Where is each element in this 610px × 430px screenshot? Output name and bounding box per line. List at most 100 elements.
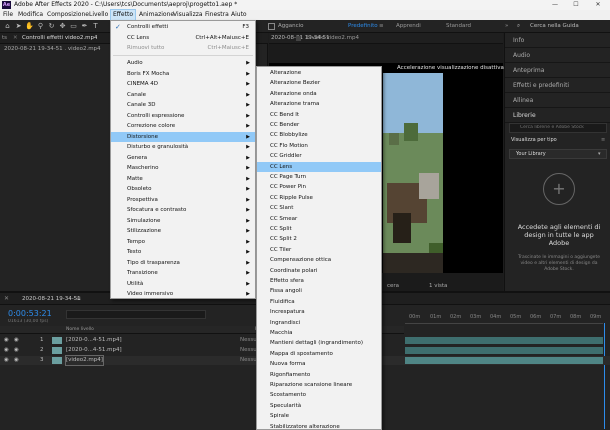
- visibility-eye-icon[interactable]: ◉: [4, 356, 9, 365]
- menu-item-stilizzazione[interactable]: Stilizzazione ▶: [111, 226, 255, 237]
- submenu-item-ingrandisci[interactable]: Ingrandisci: [257, 318, 381, 329]
- layer-label-color[interactable]: [52, 357, 62, 364]
- panel-effetti-predefiniti[interactable]: Effetti e predefiniti: [505, 78, 610, 93]
- submenu-item-cc-page-turn[interactable]: CC Page Turn: [257, 172, 381, 183]
- submenu-item-riparazione-scansione-lineare[interactable]: Riparazione scansione lineare: [257, 380, 381, 391]
- submenu-item-cc-tiler[interactable]: CC Tiler: [257, 245, 381, 256]
- lock-icon[interactable]: [296, 36, 301, 41]
- add-library-icon[interactable]: +: [543, 173, 575, 205]
- submenu-item-mappa-di-spostamento[interactable]: Mappa di spostamento: [257, 349, 381, 360]
- menu-composizione[interactable]: Composizione: [45, 10, 91, 20]
- library-search-box[interactable]: Cerca librerie e Adobe Stock: [509, 123, 607, 133]
- workspace-standard[interactable]: Standard: [446, 20, 471, 33]
- menu-file[interactable]: File: [1, 10, 15, 20]
- menu-effetto[interactable]: Effetto: [110, 9, 136, 21]
- menu-item-disturbo-e-granulosit[interactable]: Disturbo e granulosità ▶: [111, 142, 255, 153]
- menu-finestra[interactable]: Finestra: [203, 10, 231, 20]
- menu-item-utilit[interactable]: Utilità ▶: [111, 279, 255, 290]
- layer-name[interactable]: [2020-0...4-51.mp4]: [66, 346, 122, 355]
- maximize-icon[interactable]: ☐: [567, 0, 585, 10]
- audio-icon[interactable]: ◉: [14, 346, 19, 355]
- menu-item-tipo-di-trasparenza[interactable]: Tipo di trasparenza ▶: [111, 258, 255, 269]
- submenu-item-increspatura[interactable]: Increspatura: [257, 307, 381, 318]
- menu-aiuto[interactable]: Aiuto: [229, 10, 249, 20]
- view-layout-select[interactable]: 1 vista: [429, 283, 447, 289]
- panel-anteprima[interactable]: Anteprima: [505, 63, 610, 78]
- submenu-item-scostamento[interactable]: Scostamento: [257, 390, 381, 401]
- menu-item-canale-3d[interactable]: Canale 3D ▶: [111, 100, 255, 111]
- library-search-input[interactable]: Cerca librerie e Adobe Stock: [520, 125, 584, 130]
- menu-item-genera[interactable]: Genera ▶: [111, 153, 255, 164]
- submenu-item-alterazione-trama[interactable]: Alterazione trama: [257, 99, 381, 110]
- minimize-icon[interactable]: —: [546, 0, 564, 10]
- submenu-item-specularit[interactable]: Specularità: [257, 401, 381, 412]
- menu-item-tempo[interactable]: Tempo ▶: [111, 237, 255, 248]
- audio-icon[interactable]: ◉: [14, 336, 19, 345]
- menu-modifica[interactable]: Modifica: [16, 10, 45, 20]
- submenu-item-cc-bend-it[interactable]: CC Bend It: [257, 110, 381, 121]
- menu-item-mascherino[interactable]: Mascherino ▶: [111, 163, 255, 174]
- submenu-item-cc-blobbylize[interactable]: CC Blobbylize: [257, 130, 381, 141]
- layer-name[interactable]: [video2.mp4]: [65, 355, 104, 366]
- selection-tool-icon[interactable]: ➤: [14, 22, 23, 31]
- column-layer-name[interactable]: Nome livello: [66, 326, 94, 334]
- search-icon[interactable]: ⌕: [517, 20, 520, 33]
- snap-checkbox[interactable]: [268, 23, 275, 30]
- close-tab-icon[interactable]: ✕: [4, 293, 9, 305]
- submenu-item-compensazione-ottica[interactable]: Compensazione ottica: [257, 255, 381, 266]
- menu-item-controlli-espressione[interactable]: Controlli espressione ▶: [111, 111, 255, 122]
- menu-item-transizione[interactable]: Transizione ▶: [111, 268, 255, 279]
- layer-label-color[interactable]: [52, 347, 62, 354]
- menu-item-testo[interactable]: Testo ▶: [111, 247, 255, 258]
- workspace-predefinito[interactable]: Predefinito: [348, 20, 378, 33]
- help-search-input[interactable]: Cerca nella Guida: [530, 20, 579, 33]
- tab-menu-icon[interactable]: ≡: [76, 293, 81, 305]
- menu-visualizza[interactable]: Visualizza: [171, 10, 205, 20]
- visibility-eye-icon[interactable]: ◉: [4, 336, 9, 345]
- view-by-type-label[interactable]: Visualizza per tipo: [511, 137, 557, 143]
- submenu-item-macchia[interactable]: Macchia: [257, 328, 381, 339]
- timecode-display[interactable]: 0:00:53:21: [8, 309, 52, 318]
- menu-item-matte[interactable]: Matte ▶: [111, 174, 255, 185]
- layer-duration-bar[interactable]: [405, 337, 603, 344]
- your-library-select[interactable]: Your Library ▾: [509, 149, 607, 159]
- layer-label-color[interactable]: [52, 337, 62, 344]
- pan-behind-tool-icon[interactable]: ✥: [58, 22, 67, 31]
- camera-select[interactable]: cera: [387, 283, 399, 289]
- time-ruler[interactable]: 00m 01m 02m 03m 04m 05m 06m 07m 08m 09m: [405, 311, 603, 324]
- submenu-item-effetto-sfera[interactable]: Effetto sfera: [257, 276, 381, 287]
- orbit-tool-icon[interactable]: ↻: [47, 22, 56, 31]
- menu-item-simulazione[interactable]: Simulazione ▶: [111, 216, 255, 227]
- submenu-item-cc-ripple-pulse[interactable]: CC Ripple Pulse: [257, 193, 381, 204]
- rectangle-tool-icon[interactable]: ▭: [69, 22, 78, 31]
- tab-timeline-comp[interactable]: 2020-08-21 19-34-51: [22, 293, 81, 305]
- workspace-apprendi[interactable]: Apprendi: [396, 20, 421, 33]
- menu-item-video-immersivo[interactable]: Video immersivo ▶: [111, 289, 255, 300]
- submenu-item-cc-griddler[interactable]: CC Griddler: [257, 151, 381, 162]
- submenu-item-alterazione-onda[interactable]: Alterazione onda: [257, 89, 381, 100]
- tab-layer[interactable]: Livello video2.mp4: [307, 33, 359, 44]
- tab-effect-controls[interactable]: Controlli effetti video2.mp4: [22, 33, 97, 44]
- home-icon[interactable]: ⌂: [3, 22, 12, 31]
- submenu-item-cc-power-pin[interactable]: CC Power Pin: [257, 182, 381, 193]
- menu-livello[interactable]: Livello: [87, 10, 110, 20]
- timeline-search-input[interactable]: [66, 310, 206, 319]
- layer-duration-bar[interactable]: [405, 347, 603, 354]
- menu-item-correzione-colore[interactable]: Correzione colore ▶: [111, 121, 255, 132]
- submenu-item-rigonfiamento[interactable]: Rigonfiamento: [257, 370, 381, 381]
- submenu-item-spirale[interactable]: Spirale: [257, 411, 381, 422]
- menu-item-controlli-effetti[interactable]: ✓ Controlli effetti F3: [111, 22, 255, 33]
- menu-item-prospettiva[interactable]: Prospettiva ▶: [111, 195, 255, 206]
- menu-item-boris-fx-mocha[interactable]: Boris FX Mocha ▶: [111, 69, 255, 80]
- menu-item-distorsione[interactable]: Distorsione ▶: [111, 131, 255, 142]
- menu-item-cc-lens[interactable]: CC Lens Ctrl+Alt+Maiusc+E: [111, 33, 255, 44]
- menu-item-obsoleto[interactable]: Obsoleto ▶: [111, 184, 255, 195]
- close-icon[interactable]: ✕: [589, 0, 607, 10]
- submenu-item-cc-split-2[interactable]: CC Split 2: [257, 234, 381, 245]
- panel-audio[interactable]: Audio: [505, 48, 610, 63]
- workspace-menu-icon[interactable]: ≡: [379, 20, 384, 33]
- submenu-item-fluidifica[interactable]: Fluidifica: [257, 297, 381, 308]
- submenu-item-coordinate-polari[interactable]: Coordinate polari: [257, 266, 381, 277]
- submenu-item-alterazione[interactable]: Alterazione: [257, 68, 381, 79]
- submenu-item-cc-slant[interactable]: CC Slant: [257, 203, 381, 214]
